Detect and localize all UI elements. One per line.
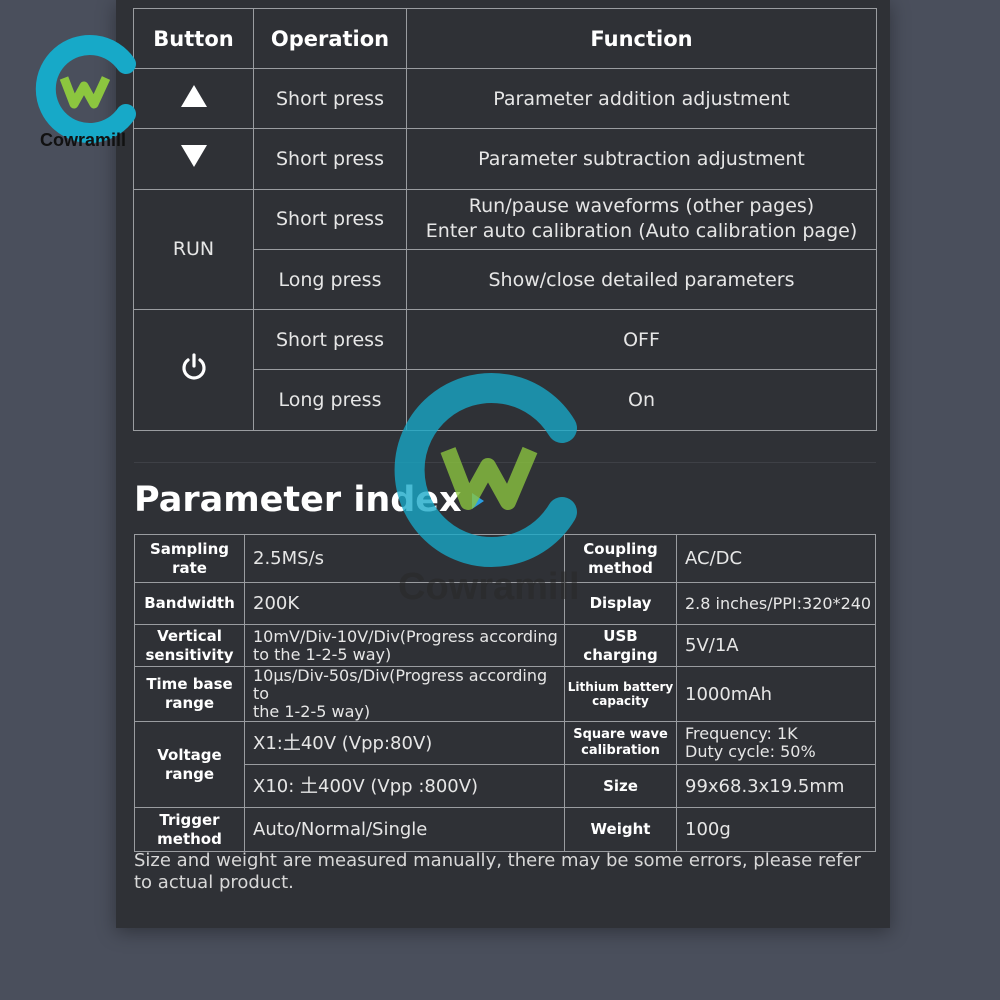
param-value: X10: 土400V (Vpp :800V) — [244, 764, 565, 808]
up-button-cell — [133, 67, 254, 130]
param-label: Lithium battery capacity — [564, 666, 677, 722]
param-label: Time base range — [134, 666, 245, 722]
param-label: Trigger method — [134, 807, 245, 852]
operation-cell: Short press — [253, 67, 407, 130]
param-label: Weight — [564, 807, 677, 852]
label-line: range — [164, 694, 215, 712]
operation-cell: Short press — [253, 128, 407, 190]
label-line: capacity — [592, 694, 649, 708]
param-label: Size — [564, 764, 677, 808]
label-line: range — [164, 764, 215, 783]
param-value: X1:土40V (Vpp:80V) — [244, 721, 565, 765]
param-label: Bandwidth — [134, 582, 245, 625]
function-cell: Parameter subtraction adjustment — [406, 128, 877, 190]
label-line: calibration — [581, 743, 660, 758]
table-row: Time base range 10μs/Div-50s/Div(Progres… — [134, 666, 876, 722]
label-line: Time base — [146, 675, 233, 693]
button-operation-table: Button Operation Function Short press Pa… — [133, 8, 877, 431]
function-cell: Run/pause waveforms (other pages) Enter … — [406, 188, 877, 250]
label-line: Lithium battery — [567, 680, 674, 694]
label-line: method — [157, 829, 222, 848]
header-button: Button — [133, 8, 254, 69]
function-line: Run/pause waveforms (other pages) — [468, 195, 815, 218]
power-icon — [181, 353, 206, 380]
param-value: Frequency: 1K Duty cycle: 50% — [676, 721, 876, 765]
value-line: 10μs/Div-50s/Div(Progress according to — [253, 666, 548, 703]
value-line: the 1-2-5 way) — [253, 702, 371, 721]
label-line: Sampling — [150, 539, 229, 558]
label-line: rate — [172, 558, 207, 577]
table-row: Short press OFF — [133, 309, 877, 431]
operation-cell: Short press — [253, 188, 407, 250]
function-cell: Parameter addition adjustment — [406, 67, 877, 130]
param-value: 5V/1A — [676, 624, 876, 667]
param-label: Square wave calibration — [564, 721, 677, 765]
param-label: USB charging — [564, 624, 677, 667]
table-row: Short press Parameter addition adjustmen… — [133, 67, 877, 130]
brand-name: Cowramill — [40, 130, 127, 150]
operation-cell: Short press — [253, 309, 407, 371]
param-value: 100g — [676, 807, 876, 852]
operation-cell: Long press — [253, 248, 407, 311]
power-button-cell — [133, 309, 254, 431]
header-function: Function — [406, 8, 877, 69]
table-row: Short press Parameter subtraction adjust… — [133, 128, 877, 190]
param-label: Display — [564, 582, 677, 625]
table-row: Vertical sensitivity 10mV/Div-10V/Div(Pr… — [134, 624, 876, 667]
param-label: Voltage range — [134, 721, 245, 808]
param-value: 2.8 inches/PPI:320*240 — [676, 582, 876, 625]
operation-cell: Long press — [253, 369, 407, 431]
up-triangle-icon — [180, 85, 207, 108]
down-triangle-icon — [180, 145, 207, 168]
table-header-row: Button Operation Function — [133, 8, 877, 69]
label-line: charging — [583, 645, 658, 664]
down-button-cell — [133, 128, 254, 190]
label-line: Trigger — [159, 810, 220, 829]
run-button-cell: RUN — [133, 188, 254, 311]
label-line: Square wave — [573, 727, 668, 742]
param-label: Sampling rate — [134, 534, 245, 583]
function-cell: Show/close detailed parameters — [406, 248, 877, 311]
label-line: USB — [603, 626, 638, 645]
param-label: Vertical sensitivity — [134, 624, 245, 667]
value-line: to the 1-2-5 way) — [253, 644, 392, 664]
label-line: Vertical — [157, 626, 222, 645]
disclaimer-note: Size and weight are measured manually, t… — [134, 850, 861, 893]
label-line: Voltage — [157, 745, 222, 764]
param-value: Auto/Normal/Single — [244, 807, 565, 852]
table-row: X10: 土400V (Vpp :800V) Size 99x68.3x19.5… — [135, 764, 876, 808]
table-row: Trigger method Auto/Normal/Single Weight… — [134, 807, 876, 852]
label-line: sensitivity — [145, 645, 234, 664]
watermark-brand-name: Cowramill — [398, 566, 580, 608]
table-row: Voltage range X1:土40V (Vpp:80V) Square w… — [134, 721, 876, 808]
function-cell: OFF — [406, 309, 877, 371]
value-line: 10mV/Div-10V/Div(Progress according — [253, 626, 558, 646]
param-value: AC/DC — [676, 534, 876, 583]
param-value: 10μs/Div-50s/Div(Progress according to t… — [244, 666, 565, 722]
param-value: 10mV/Div-10V/Div(Progress according to t… — [244, 624, 565, 667]
value-line: Frequency: 1K — [685, 724, 798, 743]
param-value: 1000mAh — [676, 666, 876, 722]
param-value: 99x68.3x19.5mm — [676, 764, 876, 808]
watermark-logo-icon — [394, 373, 577, 567]
value-line: Duty cycle: 50% — [685, 742, 816, 761]
header-operation: Operation — [253, 8, 407, 69]
function-line: Enter auto calibration (Auto calibration… — [425, 220, 858, 243]
table-row: RUN Short press Run/pause waveforms (oth… — [133, 188, 877, 311]
